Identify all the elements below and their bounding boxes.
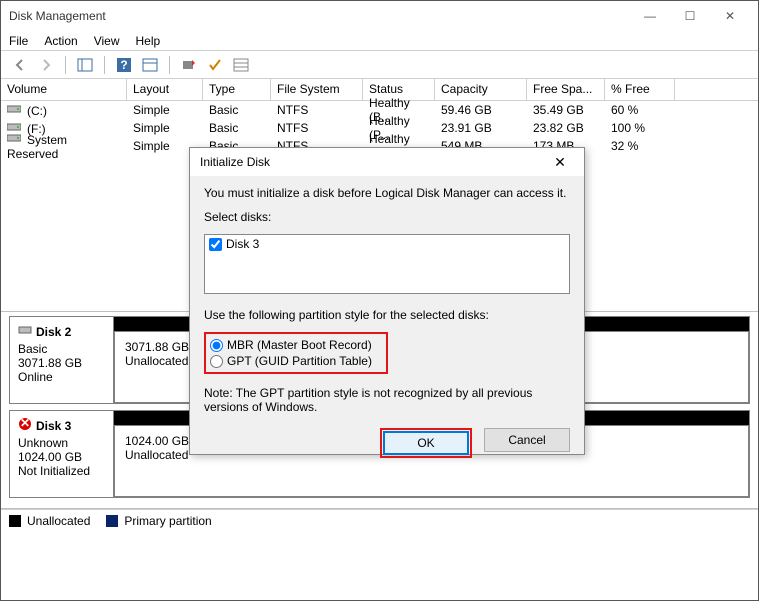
svg-text:?: ? — [120, 58, 127, 72]
back-button[interactable] — [9, 54, 31, 76]
menu-help[interactable]: Help — [136, 34, 161, 48]
col-volume[interactable]: Volume — [1, 79, 127, 100]
maximize-button[interactable]: ☐ — [670, 2, 710, 30]
initialize-disk-dialog: Initialize Disk ✕ You must initialize a … — [189, 147, 585, 455]
minimize-button[interactable]: — — [630, 2, 670, 30]
dialog-title-bar: Initialize Disk ✕ — [190, 148, 584, 176]
col-type[interactable]: Type — [203, 79, 271, 100]
partition-style-label: Use the following partition style for th… — [204, 308, 570, 322]
error-icon: ✕ — [18, 417, 32, 434]
toolbar: ? — [1, 51, 758, 79]
svg-text:✕: ✕ — [20, 417, 30, 430]
refresh-icon[interactable] — [178, 54, 200, 76]
disk-select-list[interactable]: Disk 3 — [204, 234, 570, 294]
ok-highlight: OK — [380, 428, 472, 458]
dialog-message: You must initialize a disk before Logica… — [204, 186, 570, 200]
unallocated-swatch-icon — [9, 515, 21, 527]
menu-view[interactable]: View — [94, 34, 120, 48]
col-pct-free[interactable]: % Free — [605, 79, 675, 100]
select-disks-label: Select disks: — [204, 210, 570, 224]
legend-unallocated: Unallocated — [9, 514, 90, 528]
menu-bar: File Action View Help — [1, 31, 758, 51]
disk-icon — [18, 323, 32, 340]
menu-action[interactable]: Action — [44, 34, 77, 48]
drive-icon — [7, 103, 23, 115]
col-filesystem[interactable]: File System — [271, 79, 363, 100]
disk-label: Disk 2Basic3071.88 GBOnline — [10, 317, 114, 403]
gpt-radio-label[interactable]: GPT (GUID Partition Table) — [210, 354, 382, 368]
dialog-close-button[interactable]: ✕ — [546, 150, 574, 174]
list-icon[interactable] — [230, 54, 252, 76]
help-icon[interactable]: ? — [113, 54, 135, 76]
title-bar: Disk Management — ☐ ✕ — [1, 1, 758, 31]
mbr-radio-label[interactable]: MBR (Master Boot Record) — [210, 338, 382, 352]
disk-label: ✕Disk 3Unknown1024.00 GBNot Initialized — [10, 411, 114, 497]
dialog-title: Initialize Disk — [200, 155, 546, 169]
close-button[interactable]: ✕ — [710, 2, 750, 30]
dialog-note: Note: The GPT partition style is not rec… — [204, 386, 570, 414]
settings-icon[interactable] — [139, 54, 161, 76]
gpt-radio[interactable] — [210, 355, 223, 368]
menu-file[interactable]: File — [9, 34, 28, 48]
apply-icon[interactable] — [204, 54, 226, 76]
window-title: Disk Management — [9, 9, 630, 23]
mbr-radio[interactable] — [210, 339, 223, 352]
cancel-button[interactable]: Cancel — [484, 428, 570, 452]
col-free-space[interactable]: Free Spa... — [527, 79, 605, 100]
primary-swatch-icon — [106, 515, 118, 527]
legend-primary: Primary partition — [106, 514, 211, 528]
legend: Unallocated Primary partition — [1, 509, 758, 531]
ok-button[interactable]: OK — [383, 431, 469, 455]
drive-icon — [7, 132, 23, 144]
disk3-checkbox[interactable] — [209, 238, 222, 251]
forward-button[interactable] — [35, 54, 57, 76]
col-layout[interactable]: Layout — [127, 79, 203, 100]
disk-checkbox-item[interactable]: Disk 3 — [209, 237, 565, 251]
show-hide-console-tree-icon[interactable] — [74, 54, 96, 76]
partition-style-group: MBR (Master Boot Record) GPT (GUID Parti… — [204, 332, 388, 374]
col-capacity[interactable]: Capacity — [435, 79, 527, 100]
